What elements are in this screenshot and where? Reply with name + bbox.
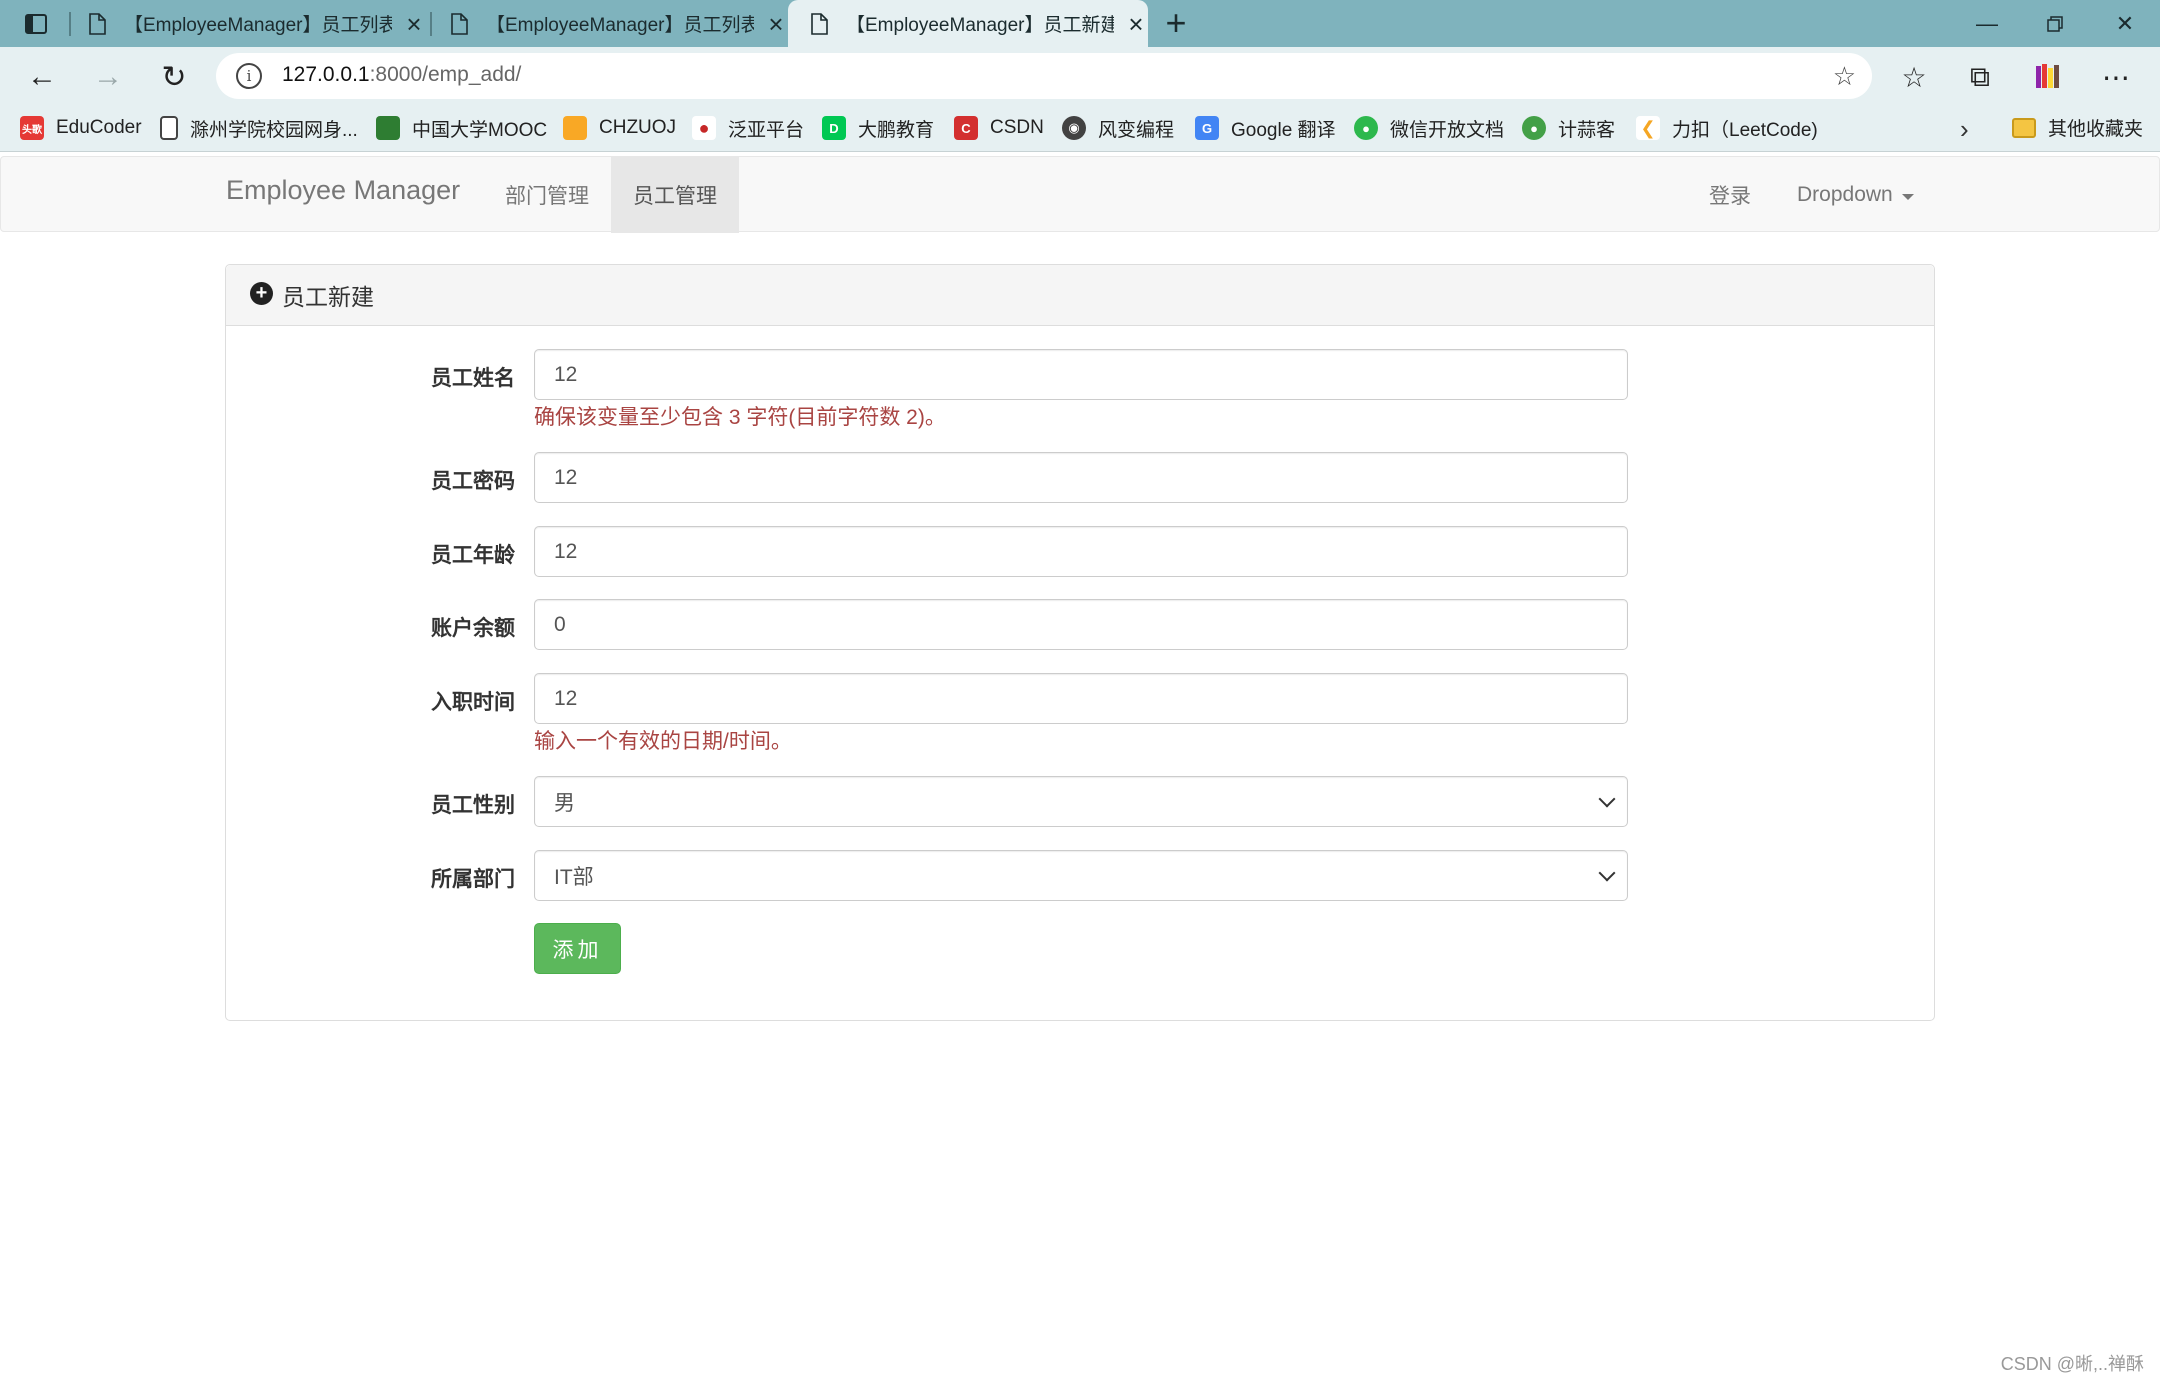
browser-toolbar: ← → ↻ i 127.0.0.1:8000/emp_add/ ☆ ☆ ⧉ ⋯ — [0, 47, 2160, 104]
jisuanke-icon: ● — [1522, 116, 1546, 140]
fanya-icon: ● — [692, 116, 716, 140]
browser-tab-bar: 【EmployeeManager】员工列表 × 【EmployeeManager… — [0, 0, 2160, 47]
reload-icon[interactable]: ↻ — [154, 57, 194, 97]
dropdown-label: Dropdown — [1797, 183, 1893, 206]
nav-dropdown[interactable]: Dropdown — [1775, 157, 1936, 233]
nav-link-employees[interactable]: 员工管理 — [611, 157, 739, 233]
bookmark-educoder[interactable]: 头歌 EduCoder — [20, 114, 142, 142]
chevron-down-icon — [1598, 790, 1616, 808]
tab-actions-icon[interactable] — [18, 8, 54, 40]
nav-link-departments[interactable]: 部门管理 — [483, 157, 611, 233]
browser-tab-1[interactable]: 【EmployeeManager】员工列表 × — [66, 0, 432, 47]
plus-circle-icon: + — [250, 281, 273, 305]
bookmark-leetcode[interactable]: ❮ 力扣（LeetCode) — [1636, 114, 1818, 142]
chzuoj-icon — [563, 116, 587, 140]
browser-tab-3-active[interactable]: 【EmployeeManager】员工新建 × — [788, 0, 1148, 47]
tab-title: 【EmployeeManager】员工列表 — [486, 15, 754, 36]
age-input[interactable]: 12 — [534, 526, 1628, 577]
bookmark-mooc[interactable]: 中国大学MOOC — [376, 114, 547, 142]
bookmarks-bar: 头歌 EduCoder 滁州学院校园网身... 中国大学MOOC CHZUOJ ●… — [0, 104, 2160, 152]
hire-date-input[interactable]: 12 — [534, 673, 1628, 724]
navbar-brand[interactable]: Employee Manager — [226, 175, 460, 206]
bookmark-jisuanke[interactable]: ● 计蒜客 — [1522, 114, 1615, 142]
field-label: 员工姓名 — [431, 367, 515, 390]
gender-selected-value: 男 — [554, 791, 575, 815]
hire-date-error-message: 输入一个有效的日期/时间。 — [534, 730, 792, 753]
page-icon — [88, 12, 110, 35]
browser-tab-2[interactable]: 【EmployeeManager】员工列表 × — [428, 0, 786, 47]
bookmark-fanya[interactable]: ● 泛亚平台 — [692, 114, 804, 142]
add-favorite-icon[interactable]: ☆ — [1833, 61, 1856, 92]
collections-icon[interactable]: ⧉ — [1960, 57, 2000, 97]
close-icon[interactable]: × — [404, 11, 424, 37]
field-label: 员工密码 — [431, 470, 515, 493]
site-info-icon[interactable]: i — [236, 63, 262, 89]
tab-title: 【EmployeeManager】员工新建 — [846, 15, 1114, 36]
page-icon — [450, 12, 472, 35]
field-label: 入职时间 — [431, 691, 515, 714]
field-label: 所属部门 — [431, 868, 515, 891]
password-input[interactable]: 12 — [534, 452, 1628, 503]
bookmark-google-translate[interactable]: G Google 翻译 — [1195, 114, 1336, 142]
bookmark-csdn[interactable]: C CSDN — [954, 114, 1044, 142]
profile-avatar-icon[interactable] — [2028, 57, 2068, 97]
employee-create-panel: + 员工新建 员工姓名 12 确保该变量至少包含 3 字符(目前字符数 2)。 … — [225, 264, 1935, 1021]
restore-icon[interactable] — [2022, 0, 2088, 47]
bookmark-fengbian[interactable]: ◉ 风变编程 — [1062, 114, 1174, 142]
chevron-down-icon — [1598, 864, 1616, 882]
page-icon — [160, 116, 178, 140]
url-text[interactable]: 127.0.0.1:8000/emp_add/ — [282, 63, 521, 87]
address-bar[interactable]: i 127.0.0.1:8000/emp_add/ ☆ — [216, 53, 1872, 99]
site-navbar: Employee Manager 部门管理 员工管理 登录 Dropdown — [0, 156, 2160, 233]
close-icon[interactable]: × — [766, 11, 786, 37]
field-label: 员工年龄 — [431, 544, 515, 567]
department-select[interactable]: IT部 — [534, 850, 1628, 901]
tab-title: 【EmployeeManager】员工列表 — [124, 15, 392, 36]
bookmark-chuzhou[interactable]: 滁州学院校园网身... — [160, 114, 358, 142]
favorites-icon[interactable]: ☆ — [1894, 57, 1934, 97]
add-button[interactable]: 添加 — [534, 923, 621, 974]
forward-icon[interactable]: → — [88, 57, 128, 97]
educoder-icon: 头歌 — [20, 116, 44, 140]
wechat-icon: ● — [1354, 116, 1378, 140]
department-selected-value: IT部 — [554, 865, 594, 889]
caret-down-icon — [1901, 193, 1914, 200]
close-icon[interactable]: × — [1126, 11, 1146, 37]
minimize-icon[interactable]: — — [1954, 0, 2020, 47]
bookmark-chzuoj[interactable]: CHZUOJ — [563, 114, 676, 142]
bookmark-wechat-docs[interactable]: ● 微信开放文档 — [1354, 114, 1504, 142]
panel-heading: + 员工新建 — [226, 265, 1934, 326]
name-error-message: 确保该变量至少包含 3 字符(目前字符数 2)。 — [534, 406, 946, 429]
back-icon[interactable]: ← — [22, 57, 62, 97]
leetcode-icon: ❮ — [1636, 116, 1660, 140]
close-window-icon[interactable]: ✕ — [2092, 0, 2158, 47]
panda-icon: ◉ — [1062, 116, 1086, 140]
gender-select[interactable]: 男 — [534, 776, 1628, 827]
watermark: CSDN @晰,..禅酥 — [2000, 1354, 2144, 1374]
mooc-icon — [376, 116, 400, 140]
new-tab-button[interactable]: + — [1158, 5, 1194, 42]
dapeng-icon: D — [822, 116, 846, 140]
field-label: 员工性别 — [431, 794, 515, 817]
nav-link-login[interactable]: 登录 — [1687, 157, 1773, 233]
field-label: 账户余额 — [431, 617, 515, 640]
chevron-right-icon[interactable]: › — [1960, 114, 1969, 145]
other-bookmarks-folder[interactable]: 其他收藏夹 — [2012, 114, 2143, 141]
bookmark-dapeng[interactable]: D 大鹏教育 — [822, 114, 934, 142]
csdn-icon: C — [954, 116, 978, 140]
panel-title: 员工新建 — [282, 284, 374, 310]
balance-input[interactable]: 0 — [534, 599, 1628, 650]
google-translate-icon: G — [1195, 116, 1219, 140]
name-input[interactable]: 12 — [534, 349, 1628, 400]
more-options-icon[interactable]: ⋯ — [2096, 57, 2136, 97]
folder-icon — [2012, 117, 2036, 138]
page-icon — [810, 12, 832, 35]
